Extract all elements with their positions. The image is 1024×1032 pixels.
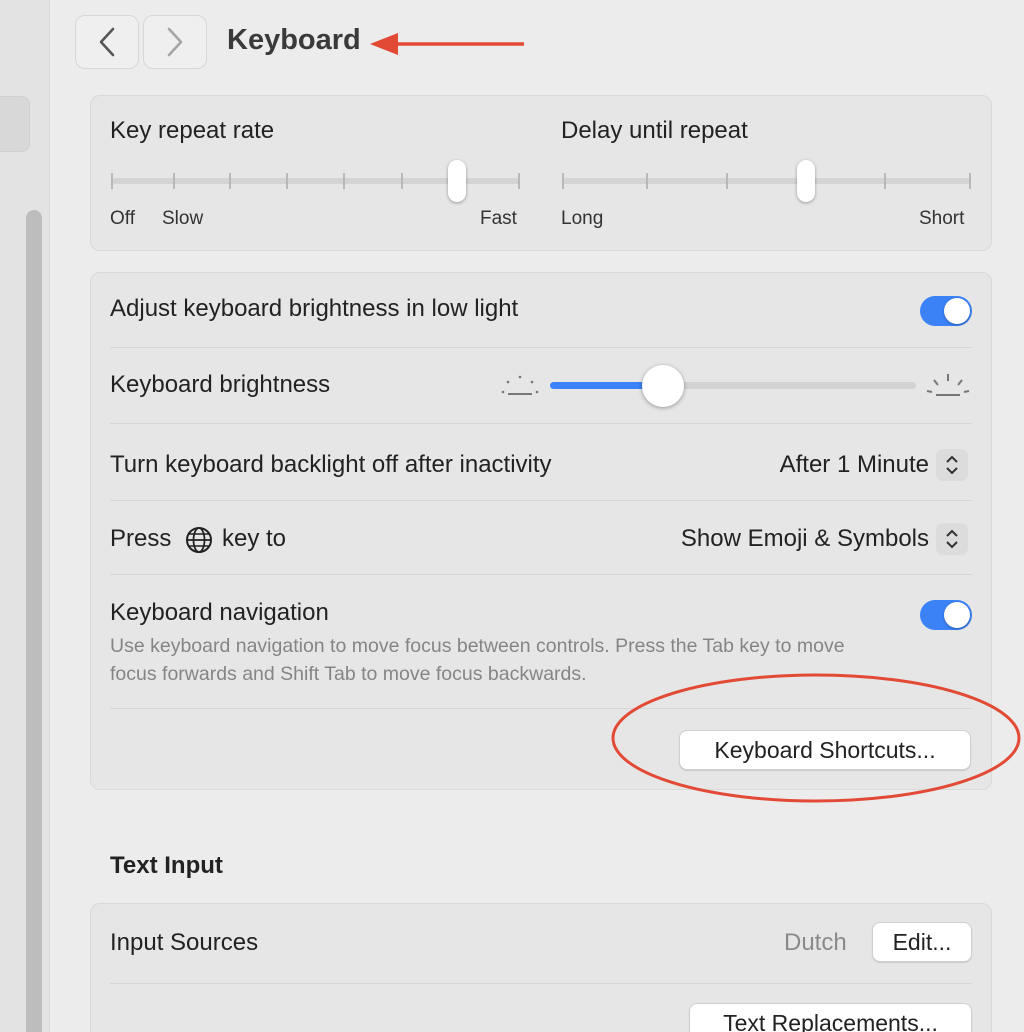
- delay-repeat-short-label: Short: [919, 208, 965, 229]
- page-title: Keyboard: [227, 24, 361, 56]
- sidebar-selected-item[interactable]: [0, 96, 30, 152]
- delay-repeat-long-label: Long: [561, 208, 604, 229]
- key-repeat-slow-label: Slow: [162, 208, 204, 229]
- keyboard-brightness-label: Keyboard brightness: [110, 371, 331, 398]
- text-input-heading: Text Input: [110, 852, 223, 879]
- delay-repeat-tick: [646, 173, 648, 189]
- sidebar-scrollbar[interactable]: [26, 210, 42, 1032]
- keyboard-navigation-toggle[interactable]: [920, 600, 972, 630]
- backlight-off-popup[interactable]: After 1 Minute: [780, 451, 929, 479]
- divider: [110, 983, 972, 984]
- back-button[interactable]: [75, 15, 139, 69]
- globe-key-stepper[interactable]: [936, 523, 968, 555]
- key-repeat-fast-label: Fast: [480, 208, 517, 229]
- backlight-off-label: Turn keyboard backlight off after inacti…: [110, 451, 552, 478]
- input-sources-value: Dutch: [784, 929, 847, 956]
- key-repeat-tick: [401, 173, 403, 189]
- globe-key-to-label: key to: [222, 525, 287, 552]
- brightness-high-icon: [926, 374, 970, 396]
- key-repeat-tick: [111, 173, 113, 189]
- divider: [110, 347, 972, 348]
- divider: [110, 423, 972, 424]
- input-sources-label: Input Sources: [110, 929, 259, 956]
- annotation-arrow: [370, 33, 524, 55]
- annotation-ellipse: [611, 673, 1021, 803]
- backlight-stepper[interactable]: [936, 449, 968, 481]
- globe-key-popup[interactable]: Show Emoji & Symbols: [681, 525, 929, 553]
- adjust-brightness-toggle[interactable]: [920, 296, 972, 326]
- delay-repeat-tick: [884, 173, 886, 189]
- delay-repeat-tick: [726, 173, 728, 189]
- delay-repeat-tick: [969, 173, 971, 189]
- key-repeat-label: Key repeat rate: [110, 117, 275, 144]
- divider: [110, 500, 972, 501]
- sidebar: [0, 0, 50, 1032]
- globe-icon: [186, 527, 212, 553]
- globe-press-label: Press: [110, 525, 172, 552]
- key-repeat-tick: [286, 173, 288, 189]
- chevron-up-down-icon: [946, 455, 958, 475]
- delay-repeat-slider-knob[interactable]: [797, 160, 815, 202]
- divider: [110, 574, 972, 575]
- input-sources-edit-button[interactable]: Edit...: [872, 922, 972, 962]
- key-repeat-tick: [343, 173, 345, 189]
- delay-repeat-track[interactable]: [563, 178, 971, 184]
- chevron-left-icon: [99, 27, 115, 57]
- keyboard-navigation-label: Keyboard navigation: [110, 599, 329, 626]
- keyboard-brightness-slider[interactable]: [550, 382, 916, 389]
- keyboard-brightness-knob[interactable]: [642, 365, 684, 407]
- key-repeat-slider-knob[interactable]: [448, 160, 466, 202]
- key-repeat-tick: [518, 173, 520, 189]
- delay-repeat-label: Delay until repeat: [561, 117, 748, 144]
- delay-repeat-tick: [562, 173, 564, 189]
- text-replacements-button[interactable]: Text Replacements...: [689, 1003, 972, 1032]
- brightness-low-icon: [501, 375, 539, 395]
- adjust-brightness-label: Adjust keyboard brightness in low light: [110, 295, 519, 322]
- chevron-right-icon: [167, 27, 183, 57]
- key-repeat-off-label: Off: [110, 208, 135, 229]
- forward-button[interactable]: [143, 15, 207, 69]
- key-repeat-tick: [173, 173, 175, 189]
- chevron-up-down-icon: [946, 529, 958, 549]
- key-repeat-tick: [229, 173, 231, 189]
